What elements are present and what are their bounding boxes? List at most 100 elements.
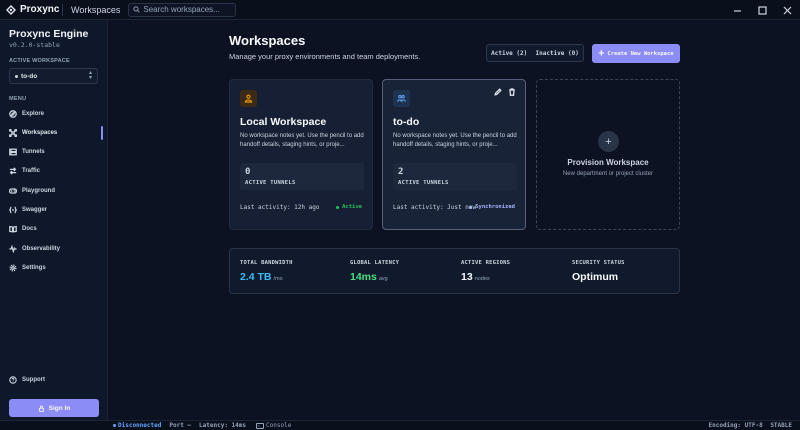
workspace-notes: No workspace notes yet. Use the pencil t… bbox=[393, 133, 517, 148]
last-activity: Last activity: 12h ago bbox=[240, 204, 320, 211]
app-logo: Proxync bbox=[0, 4, 62, 15]
workspace-card-local[interactable]: Local Workspace No workspace notes yet. … bbox=[229, 79, 373, 230]
app-name: Proxync bbox=[20, 4, 60, 15]
user-icon bbox=[244, 94, 253, 103]
book-icon bbox=[9, 225, 17, 233]
stat-value: Optimum bbox=[572, 271, 619, 283]
status-dot-icon bbox=[469, 205, 473, 209]
console-label: Console bbox=[266, 422, 292, 429]
workspace-dot-icon bbox=[15, 74, 18, 78]
filter-inactive-tab[interactable]: Inactive (0) bbox=[536, 50, 579, 57]
sidebar-item-label: Docs bbox=[22, 226, 37, 232]
search-input[interactable]: Search workspaces... bbox=[143, 5, 219, 14]
support-link[interactable]: Support bbox=[9, 376, 45, 384]
port-label: Port — bbox=[169, 422, 192, 429]
status-label: Synchronized bbox=[475, 204, 515, 210]
sidebar-item-workspaces[interactable]: Workspaces bbox=[9, 126, 105, 140]
sidebar-item-tunnels[interactable]: Tunnels bbox=[9, 145, 105, 159]
sidebar-item-settings[interactable]: Settings bbox=[9, 261, 105, 275]
close-icon[interactable] bbox=[775, 0, 800, 20]
stat-label: SECURITY STATUS bbox=[572, 260, 625, 266]
status-label: Active bbox=[342, 204, 362, 210]
help-circle-icon bbox=[9, 376, 17, 384]
search-box[interactable]: Search workspaces... bbox=[128, 2, 237, 17]
console-toggle[interactable]: >_ Console bbox=[256, 422, 291, 429]
encoding-label: Encoding: UTF-8 bbox=[708, 422, 763, 429]
last-activity: Last activity: Just now bbox=[393, 204, 477, 211]
sidebar-item-traffic[interactable]: Traffic bbox=[9, 164, 105, 178]
pulse-icon bbox=[9, 245, 17, 253]
sign-in-button[interactable]: Sign In bbox=[9, 399, 99, 417]
stat-label: TOTAL BANDWIDTH bbox=[240, 260, 293, 266]
card-actions bbox=[494, 88, 516, 96]
sidebar-item-label: Explore bbox=[22, 111, 45, 117]
sidebar-item-label: Playground bbox=[22, 188, 56, 194]
workspace-icon bbox=[393, 90, 410, 107]
page-subtitle: Manage your proxy environments and team … bbox=[229, 52, 421, 61]
latency-label: Latency: 14ms bbox=[199, 422, 247, 429]
sidebar-item-swagger[interactable]: Swagger bbox=[9, 203, 105, 217]
window-controls bbox=[725, 0, 800, 20]
connection-dot-icon bbox=[113, 424, 116, 427]
maximize-icon[interactable] bbox=[750, 0, 775, 20]
status-badge: Active bbox=[336, 204, 362, 210]
compass-icon bbox=[9, 110, 17, 118]
minimize-icon[interactable] bbox=[725, 0, 750, 20]
sidebar-item-label: Swagger bbox=[22, 207, 48, 213]
logo-icon bbox=[6, 4, 16, 15]
sidebar-item-docs[interactable]: Docs bbox=[9, 222, 105, 236]
gamepad-icon bbox=[9, 188, 17, 194]
breadcrumb[interactable]: Workspaces bbox=[63, 5, 128, 15]
create-workspace-label: Create New Workspace bbox=[607, 50, 674, 57]
tunnel-count-box: 0 ACTIVE TUNNELS bbox=[240, 163, 364, 190]
stat-value: 13 nodes bbox=[461, 271, 490, 283]
tunnel-count: 0 bbox=[245, 167, 251, 177]
provision-subtitle: New department or project cluster bbox=[562, 171, 654, 177]
connection-status: Disconnected bbox=[0, 422, 161, 429]
stat-value: 14ms avg bbox=[350, 271, 388, 283]
provision-workspace-card[interactable]: + Provision Workspace New department or … bbox=[536, 79, 680, 230]
swagger-icon bbox=[9, 206, 17, 214]
stat-label: GLOBAL LATENCY bbox=[350, 260, 400, 266]
status-dot-icon bbox=[336, 205, 340, 209]
tunnel-icon bbox=[9, 148, 17, 156]
pencil-icon[interactable] bbox=[494, 88, 502, 96]
plus-icon: + bbox=[598, 131, 619, 152]
status-bar: Disconnected Port — Latency: 14ms >_ Con… bbox=[0, 420, 800, 430]
tunnel-count-label: ACTIVE TUNNELS bbox=[245, 180, 296, 186]
filter-active-tab[interactable]: Active (2) bbox=[491, 50, 527, 57]
traffic-icon bbox=[9, 167, 17, 175]
status-badge: Synchronized bbox=[469, 204, 515, 210]
create-workspace-button[interactable]: + Create New Workspace bbox=[592, 44, 680, 63]
active-workspace-select[interactable]: to-do ▴ ▾ bbox=[9, 68, 98, 84]
workspace-card-todo[interactable]: to-do No workspace notes yet. Use the pe… bbox=[382, 79, 526, 230]
sidebar-item-label: Settings bbox=[22, 265, 46, 271]
sidebar-item-observability[interactable]: Observability bbox=[9, 242, 105, 256]
gear-icon bbox=[9, 264, 17, 272]
brand-title: Proxync Engine bbox=[9, 28, 89, 40]
stats-panel: TOTAL BANDWIDTH 2.4 TB/mo GLOBAL LATENCY… bbox=[229, 248, 680, 294]
sidebar-item-explore[interactable]: Explore bbox=[9, 107, 105, 121]
search-icon bbox=[133, 6, 140, 13]
sidebar: Proxync Engine v0.2.0-stable ACTIVE WORK… bbox=[0, 20, 108, 420]
sign-in-label: Sign In bbox=[48, 404, 71, 412]
provision-title: Provision Workspace bbox=[567, 158, 649, 167]
team-icon bbox=[397, 95, 406, 102]
trash-icon[interactable] bbox=[508, 88, 516, 96]
sidebar-item-label: Observability bbox=[22, 246, 61, 252]
tunnel-count-box: 2 ACTIVE TUNNELS bbox=[393, 163, 517, 190]
version-label: v0.2.0-stable bbox=[9, 41, 60, 49]
sidebar-item-playground[interactable]: Playground bbox=[9, 184, 105, 198]
login-icon bbox=[38, 405, 44, 412]
active-workspace-label: ACTIVE WORKSPACE bbox=[9, 58, 70, 64]
active-workspace-value: to-do bbox=[21, 72, 38, 80]
network-icon bbox=[9, 129, 17, 137]
terminal-icon: >_ bbox=[256, 422, 265, 429]
plus-icon: + bbox=[598, 47, 605, 59]
channel-label: STABLE bbox=[770, 422, 792, 429]
title-bar: Proxync Workspaces Search workspaces... bbox=[0, 0, 800, 20]
sidebar-item-label: Tunnels bbox=[22, 149, 45, 155]
stat-label: ACTIVE REGIONS bbox=[461, 260, 511, 266]
chevron-updown-icon: ▴ ▾ bbox=[88, 70, 92, 81]
workspace-notes: No workspace notes yet. Use the pencil t… bbox=[240, 133, 364, 148]
